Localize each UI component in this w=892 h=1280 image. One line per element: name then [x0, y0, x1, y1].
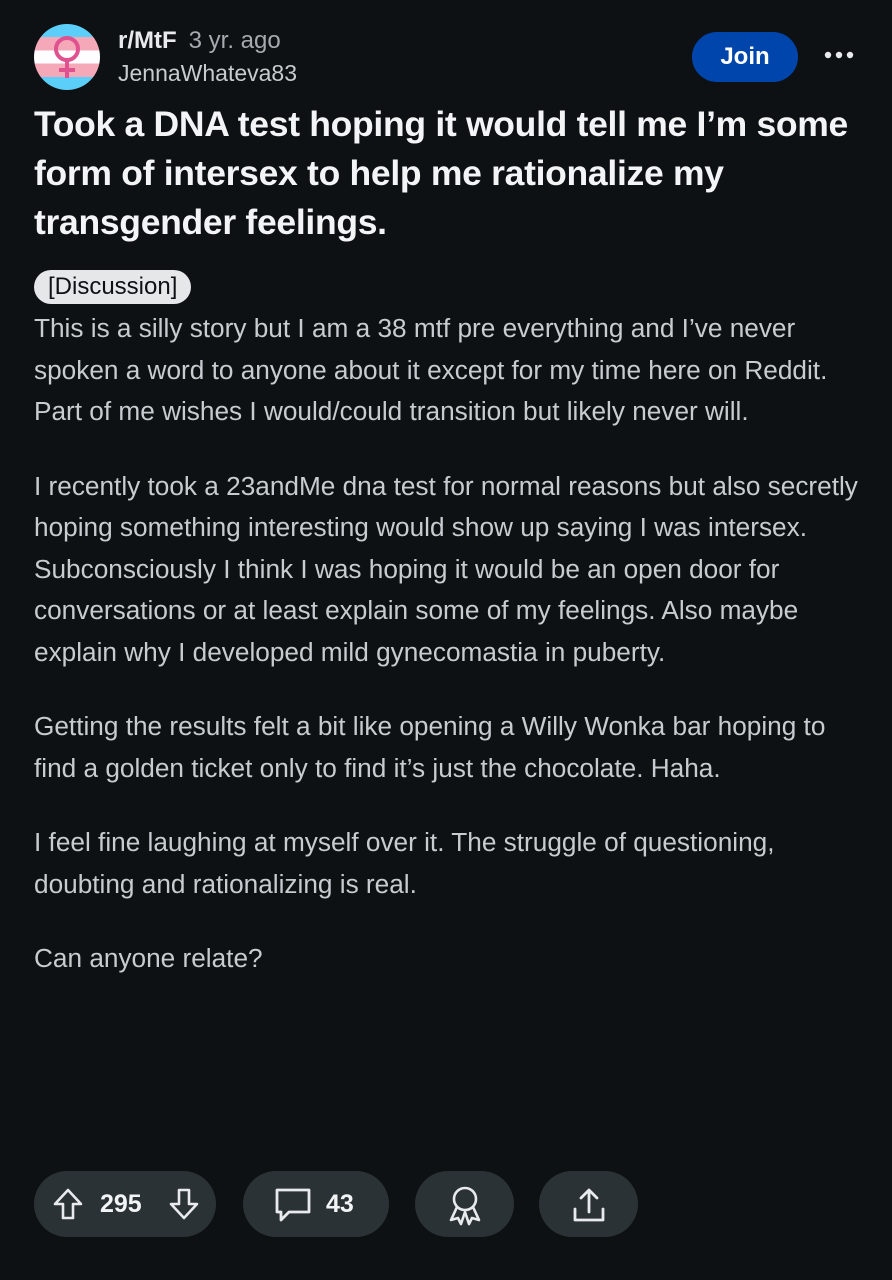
author-username[interactable]: JennaWhateva83: [118, 58, 297, 88]
award-button[interactable]: [415, 1171, 514, 1237]
post-meta: r/MtF 3 yr. ago JennaWhateva83: [118, 26, 297, 88]
vote-pill: 295: [34, 1171, 216, 1237]
post-age: 3 yr. ago: [188, 27, 281, 54]
body-paragraph: Getting the results felt a bit like open…: [34, 711, 826, 783]
arrow-up-icon[interactable]: [52, 1187, 84, 1221]
post-title[interactable]: Took a DNA test hoping it would tell me …: [34, 100, 858, 247]
subreddit-name[interactable]: r/MtF: [118, 27, 177, 54]
speech-bubble-icon: [275, 1188, 311, 1222]
comment-count: 43: [326, 1190, 354, 1218]
arrow-down-icon[interactable]: [168, 1187, 200, 1221]
post-header: r/MtF 3 yr. ago JennaWhateva83 Join: [34, 24, 858, 92]
subreddit-avatar[interactable]: [34, 24, 100, 90]
more-horizontal-icon[interactable]: [824, 50, 854, 60]
share-upload-icon: [573, 1188, 605, 1222]
body-paragraph: This is a silly story but I am a 38 mtf …: [34, 313, 828, 426]
post-body: This is a silly story but I am a 38 mtf …: [34, 308, 864, 1013]
share-button[interactable]: [539, 1171, 638, 1237]
upvote-count: 295: [100, 1190, 142, 1218]
join-button[interactable]: Join: [692, 32, 798, 82]
body-paragraph: Can anyone relate?: [34, 943, 263, 973]
award-ribbon-icon: [449, 1186, 481, 1226]
post-flair[interactable]: [Discussion]: [34, 270, 192, 304]
female-symbol-icon: [54, 36, 80, 78]
body-paragraph: I recently took a 23andMe dna test for n…: [34, 470, 858, 667]
body-paragraph: I feel fine laughing at myself over it. …: [34, 827, 775, 899]
comments-button[interactable]: 43: [243, 1171, 389, 1237]
